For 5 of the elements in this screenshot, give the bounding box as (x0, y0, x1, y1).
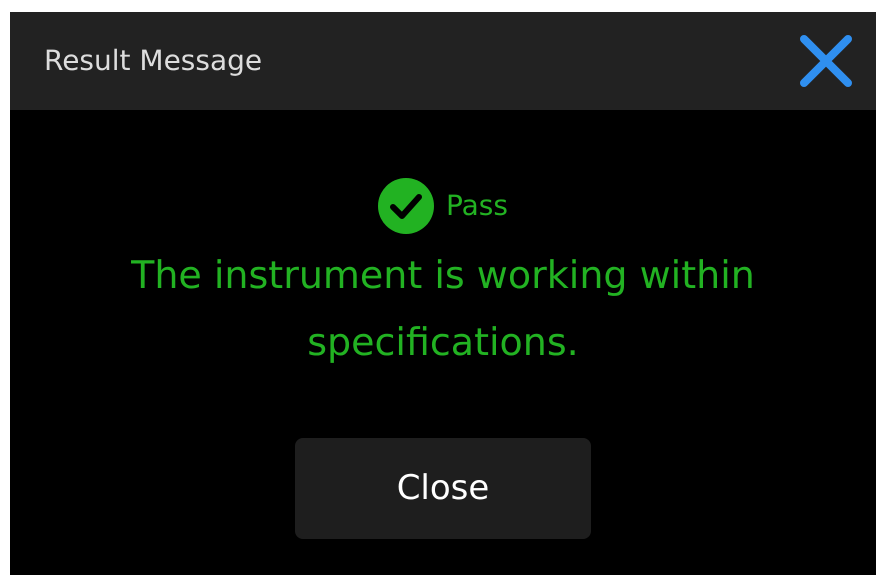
close-icon[interactable] (798, 33, 854, 89)
result-label: Pass (446, 188, 508, 224)
result-message: The instrument is working within specifications. (130, 252, 756, 366)
close-button[interactable]: Close (295, 438, 591, 539)
window-title: Result Message (44, 43, 262, 79)
